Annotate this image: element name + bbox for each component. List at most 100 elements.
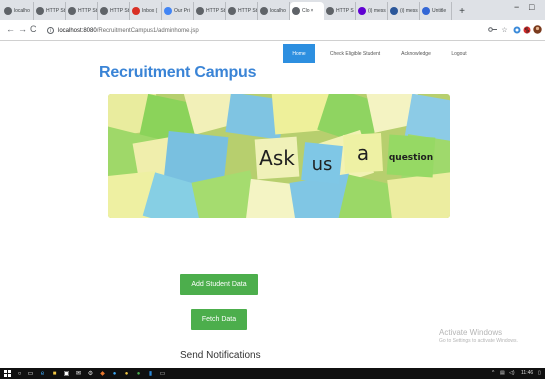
app-icon-3[interactable]: ● bbox=[123, 370, 130, 377]
browser-tab[interactable]: (i) mess bbox=[356, 2, 388, 20]
us-note: us bbox=[301, 142, 343, 184]
browser-tab[interactable]: HTTP S bbox=[324, 2, 356, 20]
doc-icon bbox=[422, 7, 430, 15]
search-icon[interactable]: ○ bbox=[16, 370, 23, 377]
app-icon[interactable]: ◆ bbox=[99, 370, 106, 377]
question-note: question bbox=[386, 134, 436, 178]
tab-title: (i) mess bbox=[368, 8, 386, 14]
browser-tab[interactable]: HTTP St bbox=[194, 2, 226, 20]
browser-tab[interactable]: HTTP St bbox=[226, 2, 258, 20]
icon-chrome bbox=[326, 7, 334, 15]
tab-title: HTTP St bbox=[206, 8, 226, 14]
app-icon-2[interactable]: ● bbox=[111, 370, 118, 377]
site-title: Recruitment Campus bbox=[99, 64, 257, 81]
key-icon[interactable] bbox=[488, 25, 497, 34]
task-view-icon[interactable]: ▭ bbox=[27, 370, 34, 377]
a-note: a bbox=[343, 133, 383, 173]
tab-title: (i) mess bbox=[400, 8, 418, 14]
store-icon[interactable]: ▣ bbox=[63, 370, 70, 377]
windows-start-icon[interactable] bbox=[4, 370, 11, 377]
back-icon[interactable]: ← bbox=[6, 24, 15, 34]
tab-title: HTTP St bbox=[238, 8, 258, 14]
browser-tab-strip: localho HTTP St HTTP St HTTP St Inbox ( Our P… bbox=[0, 0, 545, 20]
browser-tab[interactable]: Inbox ( bbox=[130, 2, 162, 20]
activate-windows-watermark: Activate Windows Go to Settings to activ… bbox=[439, 328, 518, 344]
screen: localho HTTP St HTTP St HTTP St Inbox ( Our P… bbox=[0, 0, 545, 379]
ladybug-icon[interactable] bbox=[522, 25, 531, 34]
add-student-data-button[interactable]: Add Student Data bbox=[180, 274, 258, 295]
banner-word-ask: Ask bbox=[259, 146, 295, 170]
icon-chrome bbox=[196, 7, 204, 15]
settings-icon[interactable]: ⚙ bbox=[87, 370, 94, 377]
nav-acknowledge[interactable]: Acknowledge bbox=[394, 44, 438, 63]
gmail-icon bbox=[132, 7, 140, 15]
minimize-button[interactable]: − bbox=[514, 2, 519, 12]
url-path: /RecruitmentCampus1/adminhome.jsp bbox=[96, 27, 199, 34]
volume-icon[interactable]: ◁) bbox=[509, 370, 515, 376]
notification-icon[interactable]: ▯ bbox=[538, 370, 541, 376]
browser-toolbar: ← → C i localhost:8080/RecruitmentCampus… bbox=[0, 20, 545, 41]
browser-tab[interactable]: (i) mess bbox=[388, 2, 420, 20]
browser-tab[interactable]: HTTP St bbox=[66, 2, 98, 20]
tab-title: HTTP St bbox=[46, 8, 66, 14]
url-host: localhost:8080 bbox=[58, 27, 97, 34]
send-notifications-heading: Send Notifications bbox=[180, 350, 261, 361]
watermark-subtitle: Go to Settings to activate Windows. bbox=[439, 338, 518, 344]
close-tab-icon[interactable]: × bbox=[311, 8, 314, 14]
tab-title: HTTP S bbox=[336, 8, 354, 14]
app-icon-5[interactable]: ▮ bbox=[147, 370, 154, 377]
tab-title: localho bbox=[270, 8, 286, 14]
nav-check-eligible-student[interactable]: Check Eligible Student bbox=[320, 44, 390, 63]
reload-icon[interactable]: C bbox=[30, 24, 37, 34]
app-icon-6[interactable]: ▭ bbox=[159, 370, 166, 377]
browser-tab[interactable]: Untitle bbox=[420, 2, 452, 20]
icon-chrome bbox=[260, 7, 268, 15]
icon-chrome bbox=[100, 7, 108, 15]
icon-chrome bbox=[292, 7, 300, 15]
doc-icon bbox=[390, 7, 398, 15]
watermark-title: Activate Windows bbox=[439, 328, 503, 337]
star-icon[interactable]: ☆ bbox=[500, 25, 509, 34]
google-icon bbox=[164, 7, 172, 15]
mail-icon[interactable]: ✉ bbox=[75, 370, 82, 377]
file-explorer-icon[interactable]: ■ bbox=[51, 370, 58, 377]
ask-note: Ask bbox=[254, 136, 300, 180]
nav-logout[interactable]: Logout bbox=[444, 44, 474, 63]
extension-icon[interactable] bbox=[512, 25, 521, 34]
browser-tab[interactable]: HTTP St bbox=[34, 2, 66, 20]
tab-title: Inbox ( bbox=[142, 8, 158, 14]
banner-word-a: a bbox=[357, 141, 369, 165]
address-bar[interactable]: i localhost:8080/RecruitmentCampus1/admi… bbox=[43, 23, 477, 38]
windows-taskbar: ○ ▭ e ■ ▣ ✉ ⚙ ◆ ● ● ● ▮ ▭ ^ ▤ ◁) 11:46 ▯ bbox=[0, 368, 545, 379]
browser-tab[interactable]: HTTP St bbox=[98, 2, 130, 20]
app-icon-4[interactable]: ● bbox=[135, 370, 142, 377]
browser-tab[interactable]: localho bbox=[2, 2, 34, 20]
nav-home[interactable]: Home bbox=[283, 44, 315, 63]
browser-tab[interactable]: Clo × bbox=[290, 2, 324, 20]
icon-chrome bbox=[228, 7, 236, 15]
tab-title: HTTP St bbox=[78, 8, 98, 14]
tab-title: Our Pri bbox=[174, 8, 190, 14]
info-icon[interactable]: i bbox=[47, 27, 54, 34]
network-icon[interactable]: ▤ bbox=[500, 370, 505, 376]
profile-avatar[interactable] bbox=[533, 25, 542, 34]
new-tab-button[interactable]: + bbox=[456, 2, 468, 20]
tab-title: localho bbox=[14, 8, 30, 14]
fetch-data-button[interactable]: Fetch Data bbox=[191, 309, 247, 330]
tray-chevron-icon[interactable]: ^ bbox=[492, 370, 494, 376]
clock[interactable]: 11:46 bbox=[521, 370, 533, 376]
tab-title: HTTP St bbox=[110, 8, 130, 14]
icon-chrome bbox=[36, 7, 44, 15]
icon-chrome bbox=[68, 7, 76, 15]
edge-icon[interactable]: e bbox=[39, 370, 46, 377]
forward-icon[interactable]: → bbox=[18, 24, 27, 34]
banner-word-us: us bbox=[312, 154, 333, 175]
banner-image: Ask us a question bbox=[108, 94, 450, 218]
maximize-button[interactable]: □ bbox=[529, 2, 534, 12]
icon-chrome bbox=[4, 7, 12, 15]
yahoo-icon bbox=[358, 7, 366, 15]
browser-tab[interactable]: localho bbox=[258, 2, 290, 20]
browser-tab[interactable]: Our Pri bbox=[162, 2, 194, 20]
tab-title: Untitle bbox=[432, 8, 447, 14]
banner-word-question: question bbox=[389, 153, 433, 163]
